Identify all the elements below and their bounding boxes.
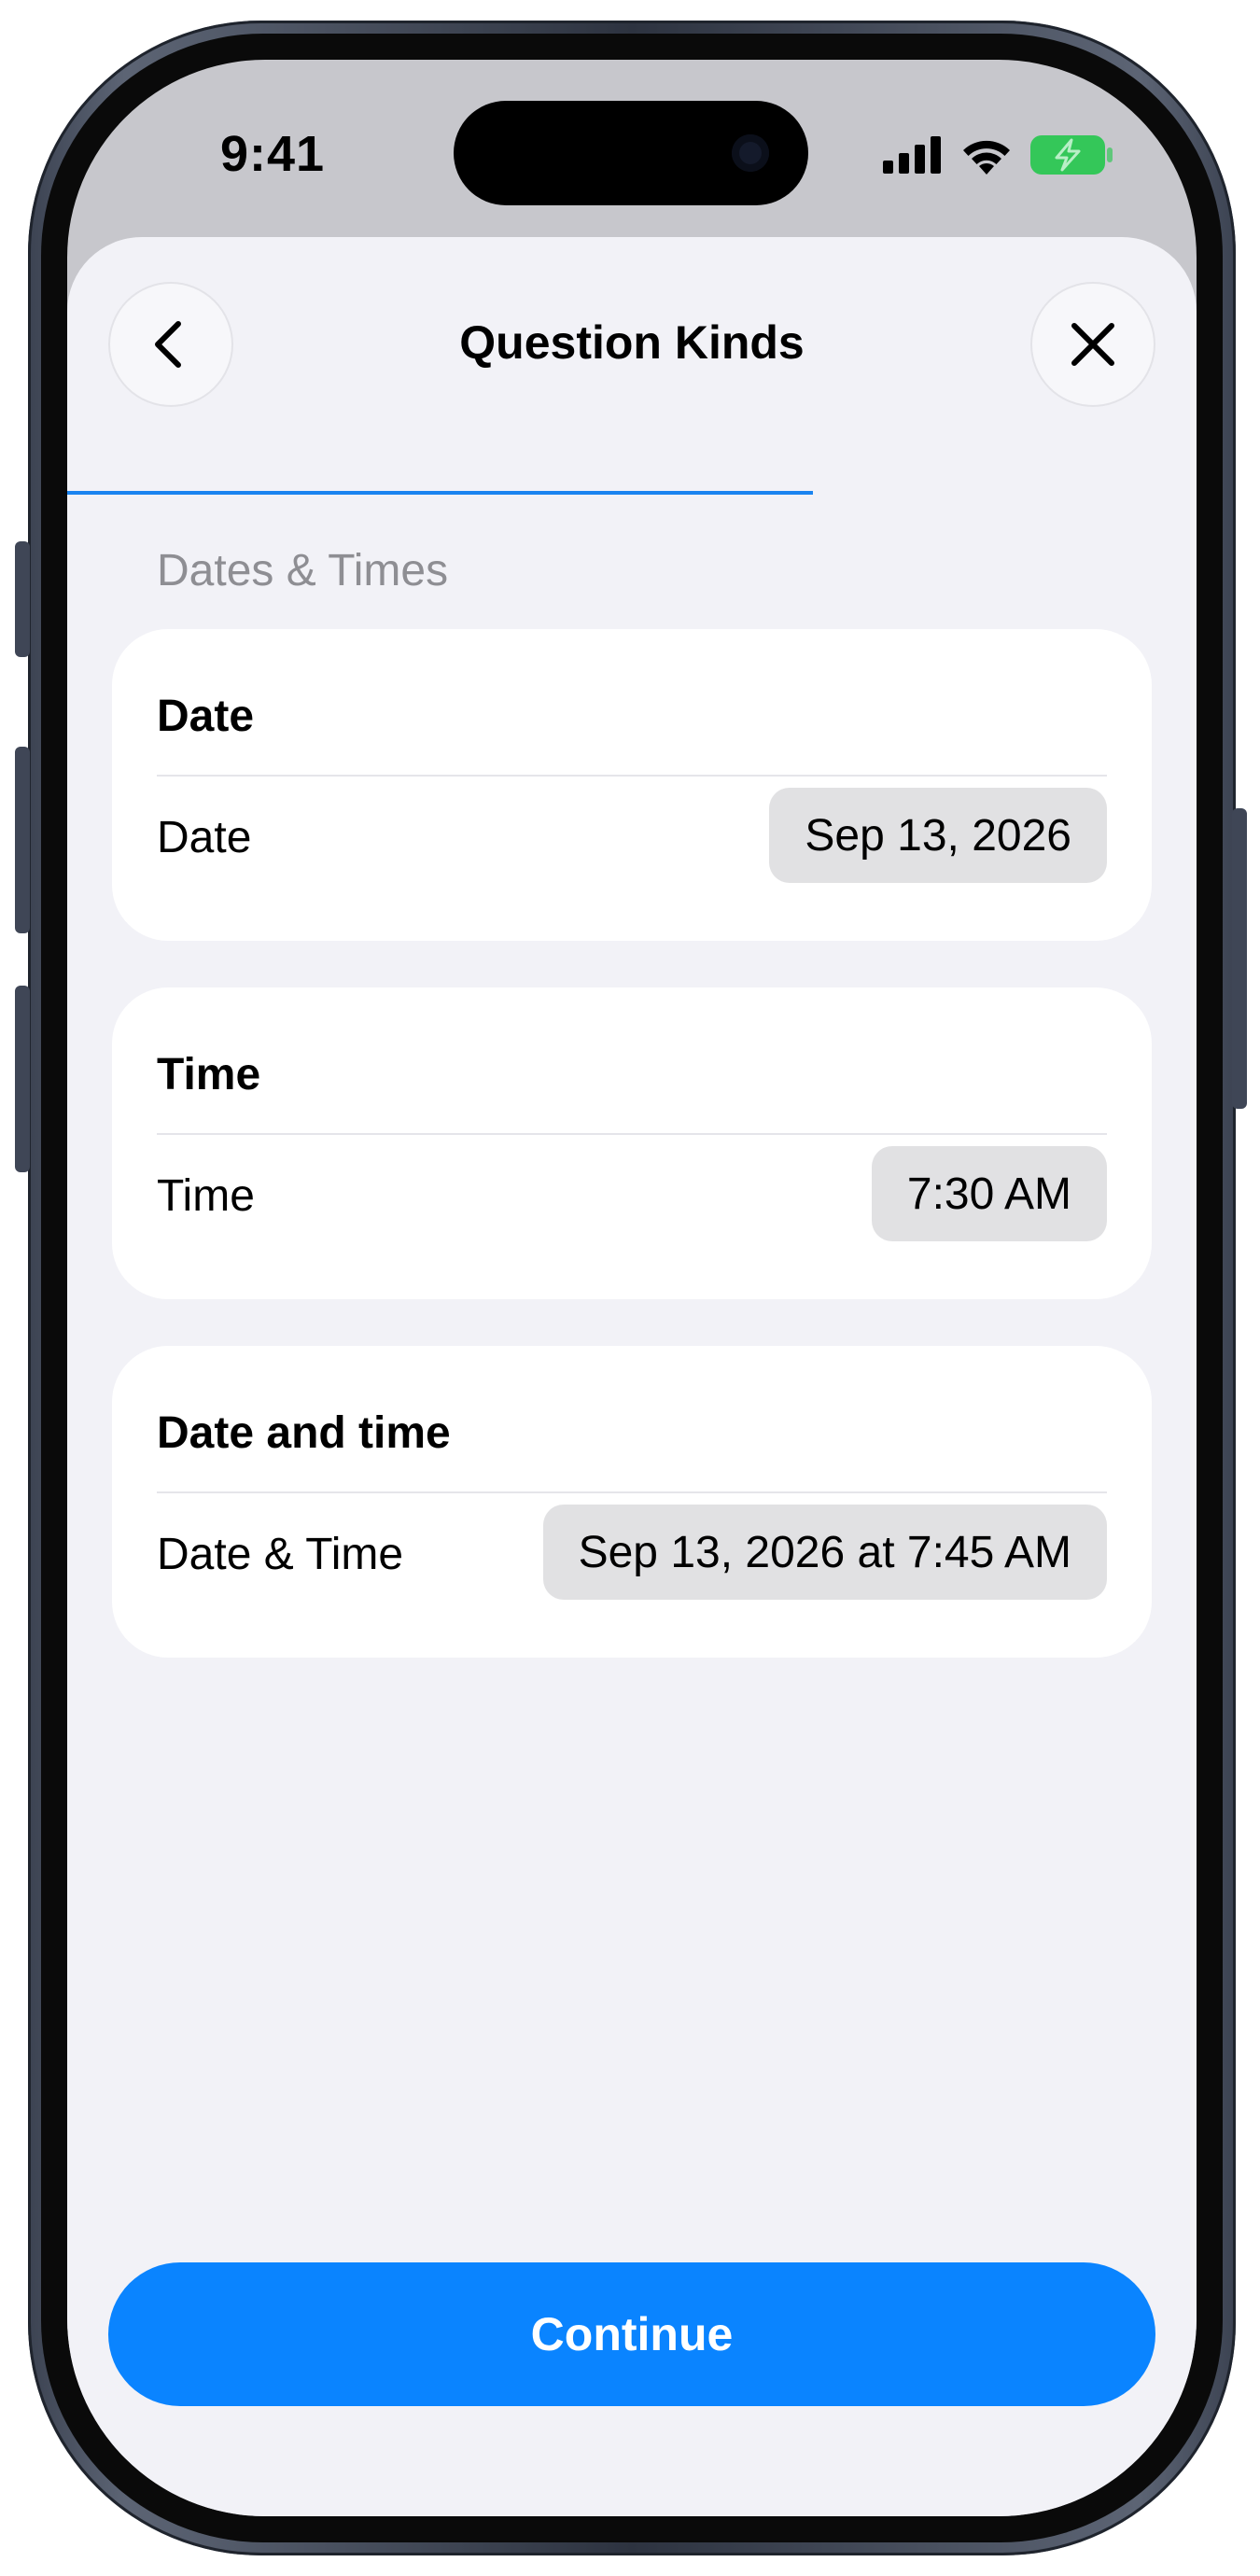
wifi-icon [963,140,1010,175]
page-title: Question Kinds [459,316,805,369]
datetime-question-card: Date and time Date & Time Sep 13, 2026 a… [112,1346,1152,1658]
question-title: Time [157,1050,261,1099]
close-icon [1071,323,1114,366]
field-label: Date & Time [157,1530,404,1579]
battery-charging-icon [1030,135,1113,175]
dynamic-island [454,101,808,205]
progress-bar [67,491,1197,495]
status-bar: 9:41 [67,60,1197,237]
datetime-picker-button[interactable]: Sep 13, 2026 at 7:45 AM [542,1505,1107,1600]
front-camera-icon [732,134,769,172]
cellular-signal-icon [883,136,941,174]
status-icons [883,134,1113,175]
power-button [1232,808,1247,1109]
screen: 9:41 Question Kinds Dates & Times Date D… [67,60,1197,2516]
divider [157,1133,1107,1135]
divider [157,775,1107,777]
volume-down-button [15,986,30,1172]
close-button[interactable] [1030,282,1155,407]
progress-fill [67,491,813,495]
divider [157,1491,1107,1493]
question-sheet: Question Kinds Dates & Times Date Date S… [67,237,1197,2516]
field-label: Date [157,813,252,862]
section-header: Dates & Times [157,546,449,595]
status-time: 9:41 [220,126,326,182]
question-title: Date [157,692,255,741]
field-label: Time [157,1171,255,1221]
volume-up-button [15,747,30,933]
time-picker-button[interactable]: 7:30 AM [871,1146,1107,1241]
time-question-card: Time Time 7:30 AM [112,987,1152,1299]
date-question-card: Date Date Sep 13, 2026 [112,629,1152,941]
date-picker-button[interactable]: Sep 13, 2026 [769,788,1107,883]
continue-button[interactable]: Continue [108,2262,1155,2406]
question-title: Date and time [157,1408,451,1458]
action-button [15,541,30,657]
